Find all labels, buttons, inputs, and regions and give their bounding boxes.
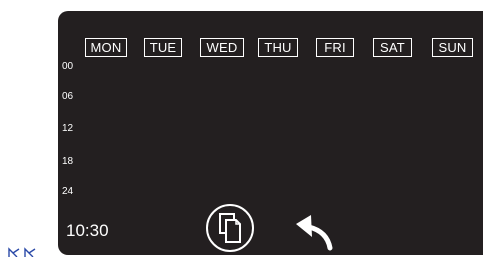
hour-label-06: 06 (62, 91, 74, 102)
day-button-fri[interactable]: FRI (316, 38, 354, 57)
hour-label-12: 12 (62, 123, 74, 134)
hour-label-18: 18 (62, 156, 74, 167)
thermostat-screen: MON TUE WED THU FRI SAT SUN 00 06 12 18 … (58, 11, 483, 255)
day-button-thu[interactable]: THU (258, 38, 298, 57)
day-button-mon[interactable]: MON (85, 38, 127, 57)
day-button-tue[interactable]: TUE (144, 38, 182, 57)
back-arrow-icon (296, 215, 333, 251)
back-button[interactable] (290, 207, 338, 251)
day-button-sat[interactable]: SAT (373, 38, 412, 57)
copy-icon (206, 204, 254, 252)
current-time: 10:30 (66, 221, 109, 240)
day-button-sun[interactable]: SUN (432, 38, 473, 57)
corner-mark-icon (8, 247, 36, 258)
hour-label-24: 24 (62, 186, 74, 197)
copy-button[interactable] (205, 203, 255, 253)
corner-mark (7, 244, 47, 258)
day-button-wed[interactable]: WED (200, 38, 244, 57)
hour-label-00: 00 (62, 61, 74, 72)
